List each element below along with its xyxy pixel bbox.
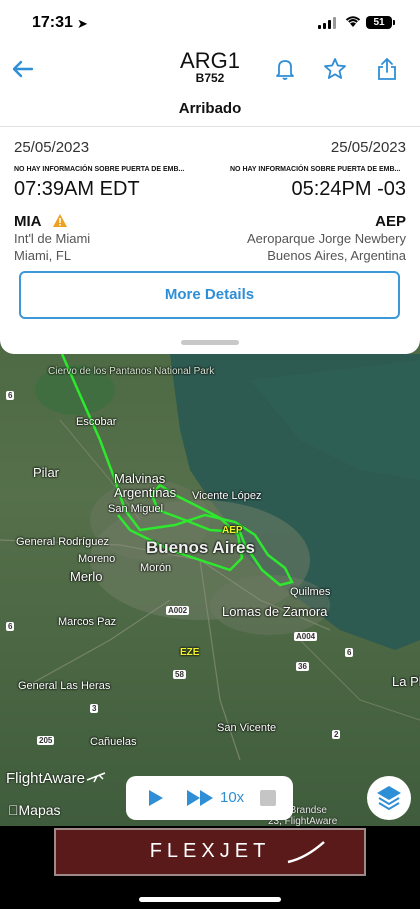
road-shield: 205 <box>37 736 55 745</box>
fast-forward-icon[interactable] <box>186 789 216 807</box>
signal-icon <box>318 17 338 29</box>
aircraft-type: B752 <box>195 71 225 85</box>
map-label-pilar: Pilar <box>33 465 60 480</box>
departure-gate-info: NO HAY INFORMACIÓN SOBRE PUERTA DE EMB..… <box>14 166 185 173</box>
bell-icon[interactable] <box>272 56 298 82</box>
flight-header: ARG1 B752 Arribado <box>0 44 420 126</box>
road-shield: 6 <box>6 622 15 631</box>
status-bar: 17:31 ➤ 51 <box>0 0 420 44</box>
map-label-canuelas: Cañuelas <box>90 736 137 748</box>
road-shield: 3 <box>90 704 99 713</box>
battery-icon: 51 <box>366 16 392 29</box>
departure-date: 25/05/2023 <box>14 139 90 156</box>
map-label-moreno: Moreno <box>78 553 116 565</box>
map-label-san-miguel: San Miguel <box>108 503 164 515</box>
layers-icon <box>377 786 401 811</box>
road-shield: 36 <box>296 662 309 671</box>
departure-time: 07:39AM EDT <box>14 178 140 200</box>
map-label-general-las-heras: General Las Heras <box>18 680 111 692</box>
road-shield: 58 <box>173 670 186 679</box>
arrival-date: 25/05/2023 <box>330 139 406 156</box>
brand-name: FlightAware <box>6 770 85 787</box>
arrival-gate-info: NO HAY INFORMACIÓN SOBRE PUERTA DE EMB..… <box>230 166 401 173</box>
map-label-merlo: Merlo <box>70 569 103 584</box>
drag-handle[interactable] <box>181 340 239 345</box>
star-icon[interactable] <box>322 56 348 82</box>
map-label-general-rodriguez: General Rodríguez <box>16 536 109 548</box>
wifi-icon <box>344 14 362 31</box>
playback-controls: 10x <box>126 776 293 820</box>
map-label-malvinas: Malvinas <box>114 471 166 486</box>
battery-tip <box>393 20 395 25</box>
share-icon[interactable] <box>374 56 400 82</box>
map-label-park: Ciervo de los Pantanos National Park <box>48 366 215 377</box>
map-label-la-plata: La Pl <box>392 674 420 689</box>
warning-icon[interactable] <box>52 213 68 233</box>
map-label-marcos-paz: Marcos Paz <box>58 616 117 628</box>
arrival-airport: Aeroparque Jorge Newbery <box>247 231 406 246</box>
map-label-lomas: Lomas de Zamora <box>222 604 328 619</box>
map-label-moron: Morón <box>140 562 172 574</box>
arrival-time: 05:24PM -03 <box>291 178 406 200</box>
road-shield: A002 <box>166 606 190 615</box>
map-label-eze: EZE <box>180 647 200 658</box>
map-label-san-vicente: San Vicente <box>217 722 277 734</box>
road-shield: 2 <box>332 730 341 739</box>
ad-banner[interactable]: FLEXJET <box>0 826 420 878</box>
map-label-escobar: Escobar <box>76 416 117 428</box>
layers-button[interactable] <box>367 776 411 820</box>
apple-icon:  <box>8 802 19 818</box>
map-label-argentinas: Argentinas <box>114 485 177 500</box>
flight-status: Arribado <box>178 100 242 117</box>
map-label-quilmes: Quilmes <box>290 586 331 598</box>
home-indicator[interactable] <box>139 897 281 902</box>
road-shield: 6 <box>6 391 15 400</box>
arrival-code[interactable]: AEP <box>375 213 406 230</box>
maps-credit: Mapas <box>8 802 61 818</box>
ad-box[interactable]: FLEXJET <box>54 828 366 876</box>
status-time: 17:31 <box>32 14 73 31</box>
flight-summary-card: 25/05/2023 25/05/2023 NO HAY INFORMACIÓN… <box>0 126 420 354</box>
ad-swoosh-icon <box>287 841 325 864</box>
play-icon[interactable] <box>146 789 164 807</box>
departure-airport: Int'l de Miami <box>14 231 91 246</box>
flightaware-logo: FlightAware <box>6 770 107 787</box>
departure-city: Miami, FL <box>14 248 72 263</box>
map-label-buenos-aires: Buenos Aires <box>146 538 255 557</box>
road-shield: A004 <box>294 632 318 641</box>
playback-speed[interactable]: 10x <box>220 789 244 806</box>
arrival-city: Buenos Aires, Argentina <box>267 248 406 263</box>
map-label-aep: AEP <box>222 525 243 536</box>
departure-code[interactable]: MIA <box>14 213 42 230</box>
stop-icon[interactable] <box>260 790 276 806</box>
more-details-button[interactable]: More Details <box>19 271 400 319</box>
road-shield: 6 <box>345 648 354 657</box>
location-arrow-icon: ➤ <box>77 16 88 31</box>
map-label-vicente-lopez: Vicente López <box>192 490 262 502</box>
plane-icon <box>86 772 106 783</box>
